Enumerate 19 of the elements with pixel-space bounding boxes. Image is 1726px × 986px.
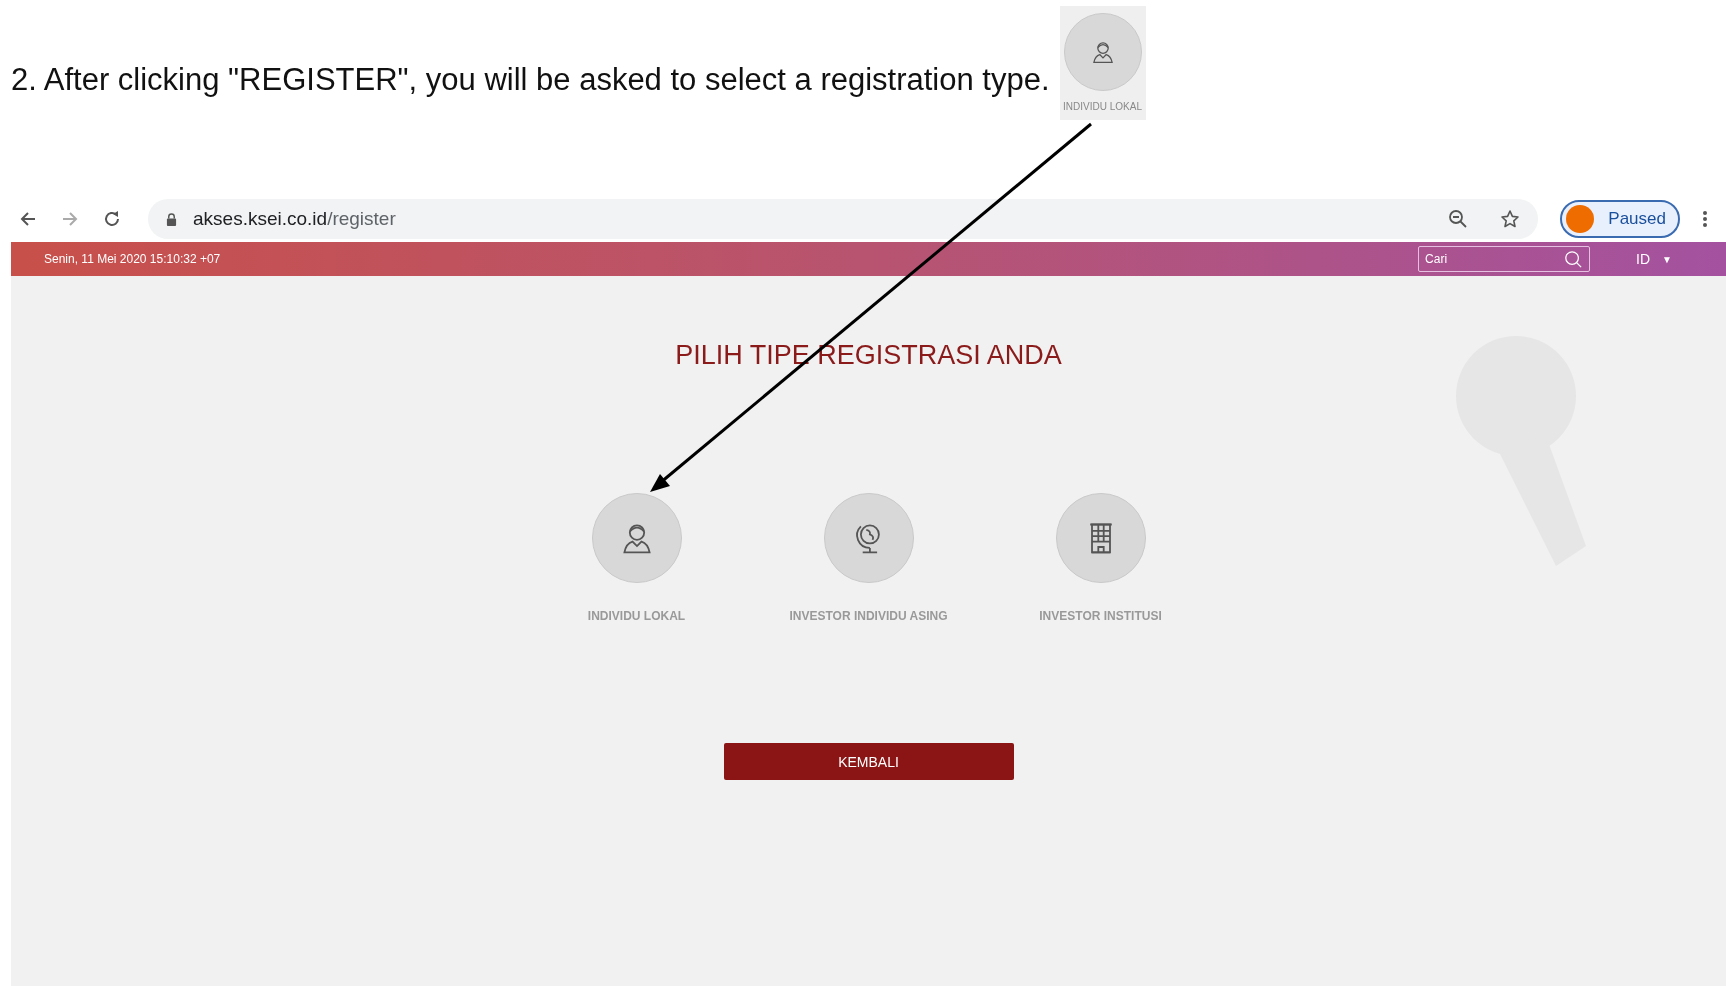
registration-type-label: INDIVIDU LOKAL [587, 609, 686, 623]
registration-type-label: INVESTOR INSTITUSI [1039, 609, 1162, 623]
instruction-text: 2. After clicking "REGISTER", you will be asked to select a registration type. [11, 62, 1050, 98]
registration-type-label: INVESTOR INDIVIDU ASING [789, 609, 948, 623]
language-dropdown[interactable]: ID ▼ [1630, 250, 1678, 268]
reload-icon[interactable] [102, 209, 122, 229]
more-menu-icon[interactable] [1702, 209, 1708, 229]
callout-label: INDIVIDU LOKAL [1063, 101, 1142, 112]
address-bar[interactable]: akses.ksei.co.id/register [148, 199, 1539, 239]
back-button[interactable]: KEMBALI [723, 743, 1014, 780]
search-field[interactable]: Cari [1418, 246, 1591, 272]
star-icon[interactable] [1500, 209, 1521, 229]
profile-button[interactable]: Paused [1560, 200, 1680, 238]
zoom-out-icon[interactable] [1448, 209, 1469, 229]
url-text: akses.ksei.co.id/register [193, 208, 396, 230]
lock-icon [166, 212, 177, 226]
date-time-text: Senin, 11 Mei 2020 15:10:32 +07 [44, 252, 221, 266]
search-icon [1564, 250, 1583, 268]
page-title: PILIH TIPE REGISTRASI ANDA [675, 340, 1062, 371]
